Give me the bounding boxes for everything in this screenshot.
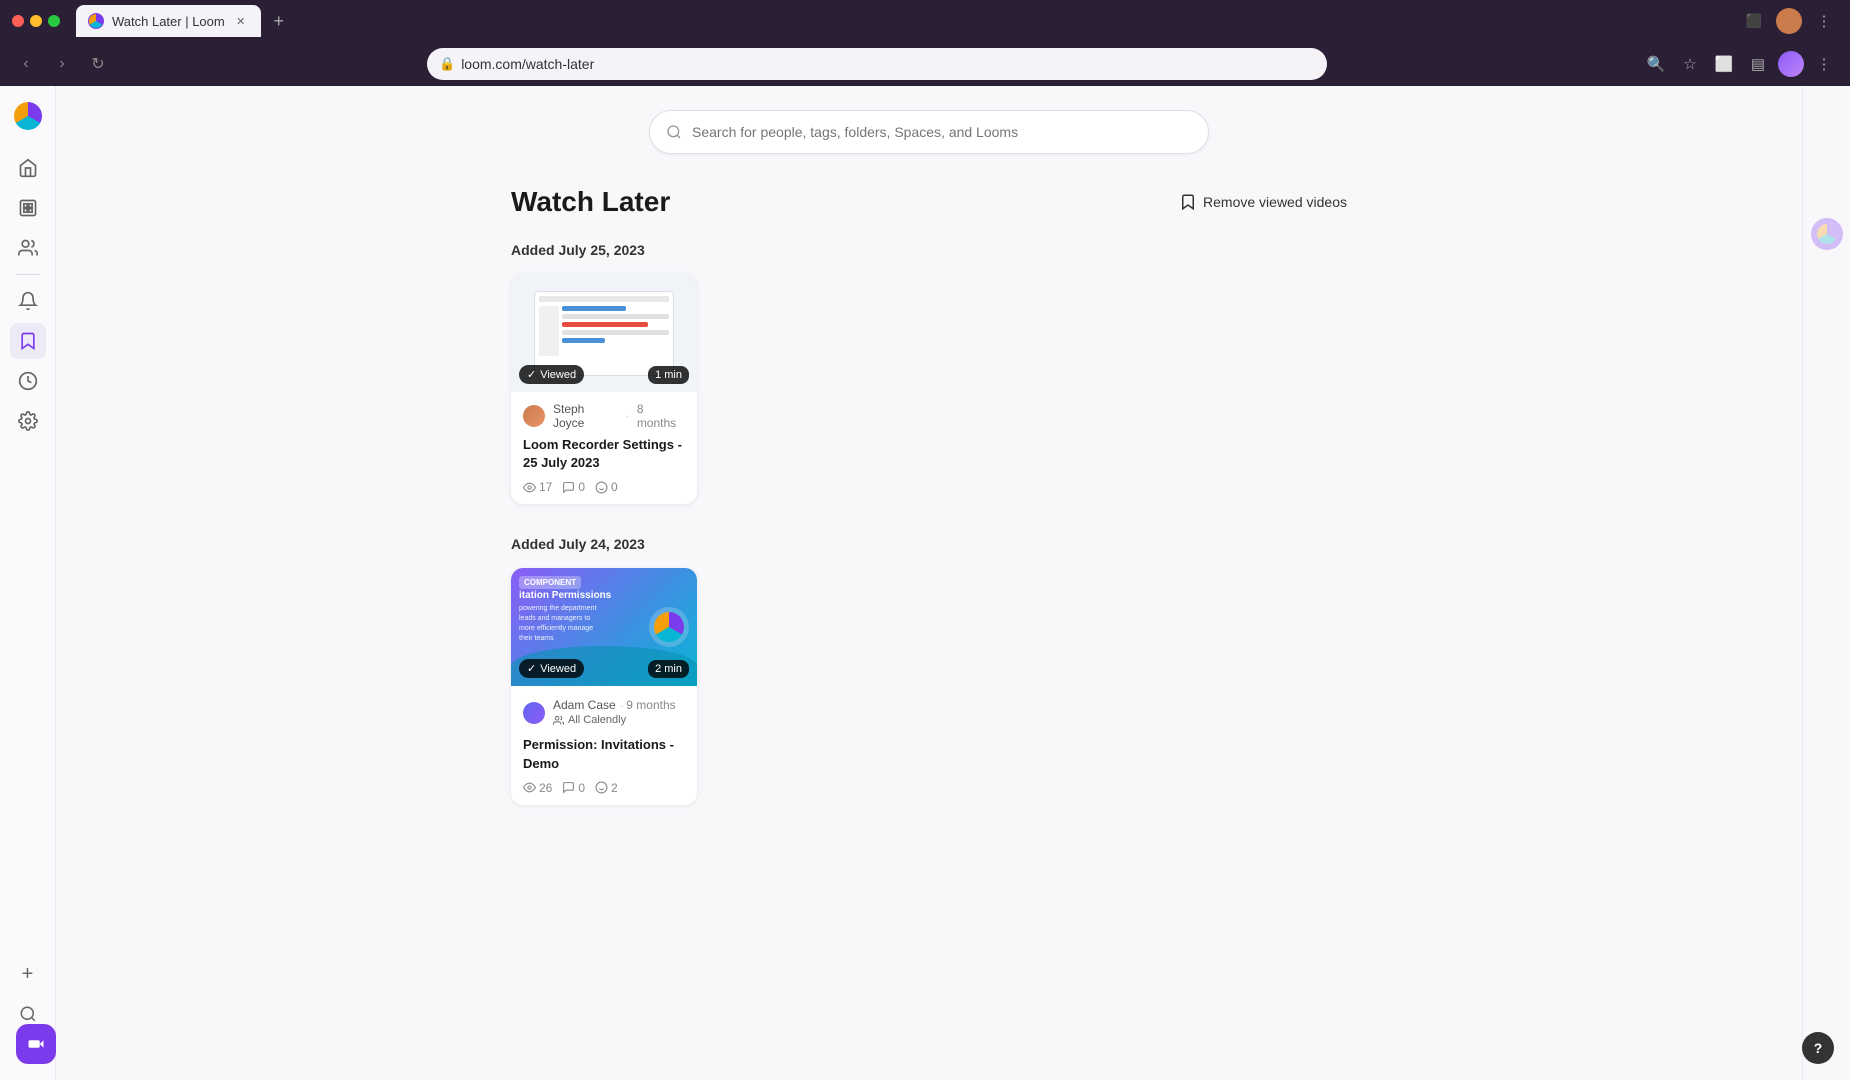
search-bar[interactable]	[649, 110, 1209, 154]
address-bar-row: ‹ › ↻ 🔒 loom.com/watch-later 🔍 ☆ ⬜ ▤ ⋮	[0, 42, 1850, 86]
sidebar-divider	[16, 274, 40, 275]
chrome-menu-button[interactable]: ⋮	[1810, 50, 1838, 78]
page-title: Watch Later	[511, 186, 670, 218]
sidebar-item-my-videos[interactable]	[10, 190, 46, 226]
reactions-stat-2: 2	[595, 781, 618, 795]
secure-icon: 🔒	[439, 56, 455, 72]
back-button[interactable]: ‹	[12, 50, 40, 78]
comments-stat-1: 0	[562, 480, 585, 494]
browser-profile[interactable]	[1776, 8, 1802, 34]
time-ago-1: 8 months	[637, 402, 685, 430]
bookmark-button[interactable]: ☆	[1676, 50, 1704, 78]
reactions-stat-1: 0	[595, 480, 618, 494]
comments-stat-2: 0	[562, 781, 585, 795]
sidebar-loom-logo[interactable]	[10, 98, 46, 134]
extensions-button[interactable]: ⬛	[1740, 7, 1768, 35]
sidebar-add-button[interactable]: +	[10, 956, 46, 992]
video-meta-1: Steph Joyce · 8 months	[523, 402, 685, 430]
duration-badge-1: 1 min	[648, 366, 689, 384]
thumb2-label: COMPONENT	[519, 576, 581, 589]
time-ago-2: 9 months	[626, 698, 675, 712]
tab-favicon	[88, 13, 104, 29]
page-header: Watch Later Remove viewed videos	[511, 186, 1347, 218]
active-tab[interactable]: Watch Later | Loom ✕	[76, 5, 261, 37]
sidebar-item-people[interactable]	[10, 230, 46, 266]
author-avatar-1	[523, 405, 545, 427]
main-content: Watch Later Remove viewed videos Added J…	[56, 86, 1802, 1080]
video-title-2[interactable]: Permission: Invitations - Demo	[523, 736, 685, 772]
forward-button[interactable]: ›	[48, 50, 76, 78]
help-button[interactable]: ?	[1802, 1032, 1834, 1064]
minimize-dot[interactable]	[30, 15, 42, 27]
video-meta-2: Adam Case · 9 months All Calendly	[523, 696, 685, 730]
tab-title: Watch Later | Loom	[112, 14, 225, 29]
viewed-badge-2: ✓ Viewed	[519, 659, 584, 678]
views-icon	[523, 481, 536, 494]
views-stat-2: 26	[523, 781, 552, 795]
new-tab-button[interactable]: +	[265, 7, 293, 35]
thumb2-body: powering the department leads and manage…	[519, 604, 599, 643]
views-icon-2	[523, 781, 536, 794]
video-thumbnail-2[interactable]: COMPONENT itation Permissions powering t…	[511, 568, 697, 686]
org-icon	[553, 715, 564, 726]
content-inner: Watch Later Remove viewed videos Added J…	[479, 86, 1379, 861]
search-container	[511, 110, 1347, 154]
views-stat-1: 17	[523, 480, 552, 494]
sidebar-item-settings[interactable]	[10, 403, 46, 439]
comments-icon-2	[562, 781, 575, 794]
video-card-2: COMPONENT itation Permissions powering t…	[511, 568, 697, 804]
video-thumbnail-1[interactable]: ✓ Viewed 1 min	[511, 274, 697, 392]
search-input[interactable]	[692, 124, 1192, 140]
maximize-dot[interactable]	[48, 15, 60, 27]
refresh-button[interactable]: ↻	[84, 50, 112, 78]
video-info-1: Steph Joyce · 8 months Loom Recorder Set…	[511, 392, 697, 504]
search-icon	[666, 124, 682, 140]
extensions-area[interactable]: ⬜	[1710, 50, 1738, 78]
thumb2-title: itation Permissions	[519, 590, 611, 601]
video-stats-2: 26 0 2	[523, 781, 685, 795]
close-dot[interactable]	[12, 15, 24, 27]
sidebar: + A	[0, 86, 56, 1080]
address-bar[interactable]: 🔒 loom.com/watch-later	[427, 48, 1327, 80]
viewed-badge-1: ✓ Viewed	[519, 365, 584, 384]
sidebar-item-notifications[interactable]	[10, 283, 46, 319]
org-tag-2: All Calendly	[553, 714, 676, 726]
browser-menu-button[interactable]: ⋮	[1810, 7, 1838, 35]
tab-close-button[interactable]: ✕	[233, 13, 249, 29]
bookmark-icon	[1179, 193, 1197, 211]
author-name-2: Adam Case	[553, 698, 616, 712]
right-panel	[1802, 86, 1850, 1080]
tab-bar: Watch Later | Loom ✕ +	[76, 5, 953, 37]
sidebar-toggle[interactable]: ▤	[1744, 50, 1772, 78]
sidebar-top	[10, 98, 46, 952]
video-card-1: ✓ Viewed 1 min Steph Joyce · 8 months Lo…	[511, 274, 697, 504]
author-name-1: Steph Joyce	[553, 402, 617, 430]
video-title-1[interactable]: Loom Recorder Settings - 25 July 2023	[523, 436, 685, 472]
window-controls	[12, 15, 60, 27]
video-stats-1: 17 0 0	[523, 480, 685, 494]
duration-badge-2: 2 min	[648, 660, 689, 678]
remove-viewed-button[interactable]: Remove viewed videos	[1179, 193, 1347, 211]
user-avatar-browser[interactable]	[1778, 51, 1804, 77]
comments-icon	[562, 481, 575, 494]
section-date-1: Added July 25, 2023	[511, 242, 1347, 258]
loom-watermark	[1811, 218, 1843, 250]
remove-viewed-label: Remove viewed videos	[1203, 194, 1347, 210]
browser-chrome: Watch Later | Loom ✕ + ⬛ ⋮	[0, 0, 1850, 42]
section-date-2: Added July 24, 2023	[511, 536, 1347, 552]
url-display: loom.com/watch-later	[461, 56, 594, 72]
thumb2-loom-circle	[649, 607, 689, 647]
video-info-2: Adam Case · 9 months All Calendly Permis…	[511, 686, 697, 804]
record-button[interactable]	[16, 1024, 56, 1064]
record-icon	[27, 1035, 45, 1053]
app-layout: + A	[0, 86, 1850, 1080]
reactions-icon-2	[595, 781, 608, 794]
sidebar-item-home[interactable]	[10, 150, 46, 186]
screen-mockup	[534, 291, 674, 376]
reactions-icon	[595, 481, 608, 494]
sidebar-item-watch-later[interactable]	[10, 323, 46, 359]
author-avatar-2	[523, 702, 545, 724]
sidebar-item-recent[interactable]	[10, 363, 46, 399]
search-browser-button[interactable]: 🔍	[1642, 50, 1670, 78]
